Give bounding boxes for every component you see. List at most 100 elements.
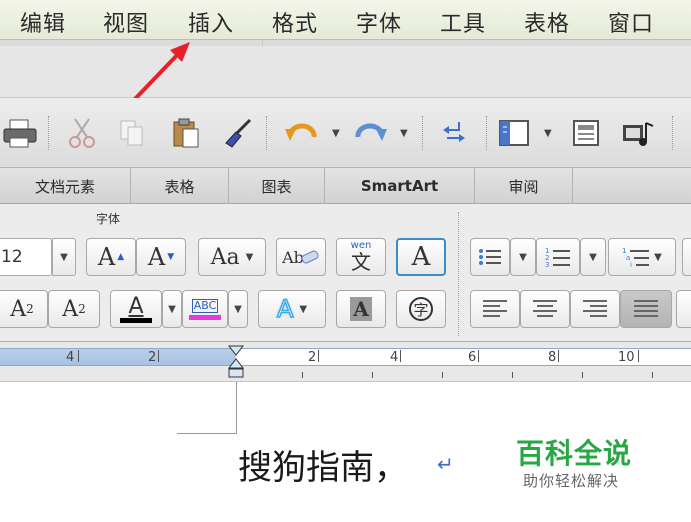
multilevel-list-icon: 1ai xyxy=(622,247,650,268)
sidebar-dropdown-icon[interactable]: ▼ xyxy=(544,128,552,139)
chevron-down-icon: ▼ xyxy=(60,251,68,263)
shrink-font-label: A xyxy=(147,243,166,271)
toolbar-separator xyxy=(672,116,673,150)
watermark-title: 百科全说 xyxy=(516,437,633,470)
numbering-dropdown[interactable]: ▼ xyxy=(580,238,606,276)
indent-marker-icon[interactable] xyxy=(226,344,246,382)
character-border-label: A xyxy=(411,242,431,272)
menu-edit[interactable]: 编辑 xyxy=(20,6,66,38)
align-right-button[interactable] xyxy=(570,290,620,328)
format-painter-icon[interactable] xyxy=(218,116,258,150)
font-color-swatch xyxy=(120,317,152,323)
text-effects-label: A xyxy=(276,294,294,324)
numbering-button[interactable]: 123 xyxy=(536,238,580,276)
change-case-label: Aa xyxy=(210,244,240,270)
shrink-font-button[interactable]: A ▼ xyxy=(136,238,186,276)
align-right-icon xyxy=(583,300,607,317)
document-page[interactable]: 搜狗指南， ↵ 百科全说 助你轻松解决 xyxy=(0,382,691,522)
text-effects-button[interactable]: A ▼ xyxy=(258,290,326,328)
ruler-tick xyxy=(318,350,319,362)
toolbar-separator xyxy=(266,116,267,150)
clear-format-button[interactable]: Ab xyxy=(276,238,326,276)
chevron-down-icon: ▼ xyxy=(654,251,662,263)
chevron-down-icon: ▼ xyxy=(245,251,254,263)
ruler-label: 6 xyxy=(468,350,477,365)
subscript-base-label: A xyxy=(62,296,79,322)
phonetic-bottom-label: 文 xyxy=(351,250,371,274)
grow-font-button[interactable]: A ▲ xyxy=(86,238,136,276)
ruler-band xyxy=(0,348,691,366)
tab-charts[interactable]: 图表 xyxy=(229,168,325,204)
numbered-list-icon: 123 xyxy=(545,247,570,268)
sidebar-view-icon[interactable] xyxy=(494,116,534,150)
menu-window[interactable]: 窗口 xyxy=(608,6,654,38)
menu-insert[interactable]: 插入 xyxy=(188,6,234,38)
ruler-tick xyxy=(558,350,559,362)
justify-button[interactable] xyxy=(620,290,672,328)
enclose-characters-button[interactable]: 字 xyxy=(396,290,446,328)
gallery-icon[interactable] xyxy=(566,116,606,150)
toolbar-separator xyxy=(48,116,49,150)
undo-dropdown-icon[interactable]: ▼ xyxy=(332,128,340,139)
menu-view[interactable]: 视图 xyxy=(103,6,149,38)
font-color-dropdown[interactable]: ▼ xyxy=(162,290,182,328)
ruler-label: 8 xyxy=(548,350,557,365)
menu-font[interactable]: 字体 xyxy=(356,6,402,38)
highlight-button[interactable]: ABC xyxy=(182,290,228,328)
align-center-icon xyxy=(533,300,557,317)
chevron-down-icon: ▼ xyxy=(589,251,597,263)
redo-icon[interactable] xyxy=(350,116,390,150)
highlight-dropdown[interactable]: ▼ xyxy=(228,290,248,328)
window-divider xyxy=(262,40,263,46)
ruler-tick xyxy=(78,350,79,362)
print-icon[interactable] xyxy=(0,116,40,150)
indent-button-partial[interactable] xyxy=(682,238,691,276)
tab-document-elements[interactable]: 文档元素 xyxy=(0,168,131,204)
media-browser-icon[interactable] xyxy=(618,116,658,150)
ruler-tick xyxy=(652,372,653,378)
phonetic-guide-button[interactable]: wen 文 xyxy=(336,238,386,276)
font-size-field[interactable]: 12 xyxy=(0,238,52,276)
triangle-up-icon: ▲ xyxy=(117,252,125,262)
ribbon-tab-bar: 文档元素 表格 图表 SmartArt 审阅 xyxy=(0,168,691,204)
font-color-button[interactable]: A xyxy=(110,290,162,328)
font-size-value: 12 xyxy=(1,247,23,267)
superscript-button[interactable]: A2 xyxy=(0,290,48,328)
paste-icon[interactable] xyxy=(166,116,206,150)
annotation-arrow-icon xyxy=(132,42,190,102)
character-shading-button[interactable]: A xyxy=(336,290,386,328)
menu-tools[interactable]: 工具 xyxy=(440,6,486,38)
grow-font-label: A xyxy=(97,243,116,271)
home-ribbon: 字体 12 ▼ A ▲ A ▼ Aa ▼ Ab wen 文 A ▼ 123 ▼ 1ai… xyxy=(0,204,691,342)
redo-dropdown-icon[interactable]: ▼ xyxy=(400,128,408,139)
paragraph-mark-icon: ↵ xyxy=(437,452,454,476)
horizontal-ruler[interactable]: 4 2 2 4 6 8 10 xyxy=(0,342,691,382)
multilevel-list-button[interactable]: 1ai ▼ xyxy=(608,238,676,276)
ruler-tick xyxy=(400,350,401,362)
undo-icon[interactable] xyxy=(282,116,322,150)
paragraph-mark-icon[interactable] xyxy=(434,116,474,150)
svg-text:3: 3 xyxy=(545,261,549,268)
menu-format[interactable]: 格式 xyxy=(272,6,318,38)
tab-tables[interactable]: 表格 xyxy=(131,168,229,204)
tab-smartart[interactable]: SmartArt xyxy=(325,168,475,204)
line-spacing-button-partial[interactable] xyxy=(676,290,691,328)
align-left-button[interactable] xyxy=(470,290,520,328)
superscript-mark-label: 2 xyxy=(26,302,34,316)
menu-table[interactable]: 表格 xyxy=(524,6,570,38)
bullets-dropdown[interactable]: ▼ xyxy=(510,238,536,276)
cut-icon[interactable] xyxy=(62,116,102,150)
ruler-tick xyxy=(638,350,639,362)
bullets-button[interactable] xyxy=(470,238,510,276)
align-center-button[interactable] xyxy=(520,290,570,328)
font-size-dropdown[interactable]: ▼ xyxy=(52,238,76,276)
ruler-label: 4 xyxy=(66,350,75,365)
standard-toolbar: ▼ ▼ ▼ xyxy=(0,98,691,168)
document-text[interactable]: 搜狗指南， xyxy=(238,440,408,489)
character-border-button[interactable]: A xyxy=(396,238,446,276)
group-separator xyxy=(458,212,459,336)
subscript-button[interactable]: A2 xyxy=(48,290,100,328)
tab-review[interactable]: 审阅 xyxy=(475,168,573,204)
change-case-button[interactable]: Aa ▼ xyxy=(198,238,266,276)
copy-icon[interactable] xyxy=(112,116,152,150)
